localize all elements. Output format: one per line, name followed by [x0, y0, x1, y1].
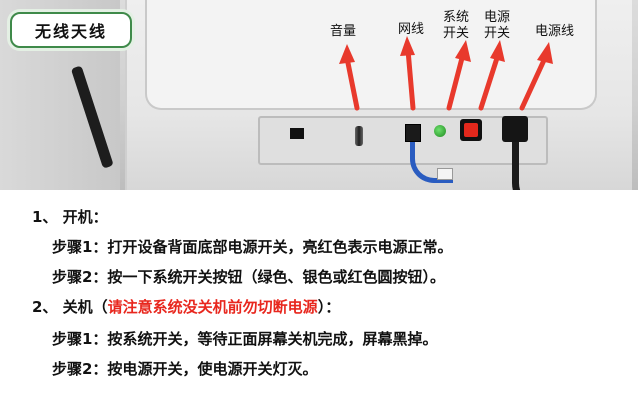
arrowhead-power-cord	[537, 42, 553, 64]
power-off-step-1: 步骤1：按系统开关，等待正面屏幕关机完成，屏幕黑掉。	[52, 330, 438, 348]
instructions: 1、 开机： 步骤1：打开设备背面底部电源开关，亮红色表示电源正常。 步骤2：按…	[0, 190, 638, 402]
power-off-warning: 请注意系统没关机前勿切断电源	[107, 298, 318, 316]
power-off-step-2: 步骤2：按电源开关，使电源开关灯灭。	[52, 360, 318, 378]
label-power-switch-2: 开关	[484, 26, 511, 41]
power-off-heading-prefix: 2、 关机（	[32, 298, 108, 316]
power-on-step-1: 步骤1：打开设备背面底部电源开关，亮红色表示电源正常。	[52, 238, 453, 256]
device-photo: 音量 网线 系统 开关 电源 开关 电源线 无线天线	[0, 0, 638, 190]
arrowhead-power-switch	[490, 40, 505, 62]
arrow-power-switch	[478, 55, 500, 111]
arrow-volume	[344, 55, 360, 111]
power-on-step-2: 步骤2：按一下系统开关按钮（绿色、银色或红色圆按钮）。	[52, 268, 445, 286]
label-system-switch-2: 开关	[443, 26, 470, 41]
power-off-heading-suffix: ）：	[317, 298, 341, 316]
arrowhead-volume	[339, 44, 355, 64]
section-heading-power-off: 2、 关机（请注意系统没关机前勿切断电源）：	[32, 296, 340, 317]
arrow-system	[446, 55, 465, 111]
label-system-switch-1: 系统	[443, 10, 470, 25]
arrow-power-cord	[519, 55, 548, 111]
arrowhead-system	[455, 40, 471, 62]
label-power-cord: 电源线	[535, 24, 575, 39]
arrowhead-network	[400, 36, 415, 56]
arrow-network	[405, 47, 416, 111]
wireless-antenna-tag: 无线天线	[10, 12, 132, 48]
label-volume: 音量	[330, 24, 357, 39]
section-heading-power-on: 1、 开机：	[32, 208, 108, 226]
label-network-cable: 网线	[398, 22, 425, 37]
label-power-switch-1: 电源	[484, 10, 511, 25]
